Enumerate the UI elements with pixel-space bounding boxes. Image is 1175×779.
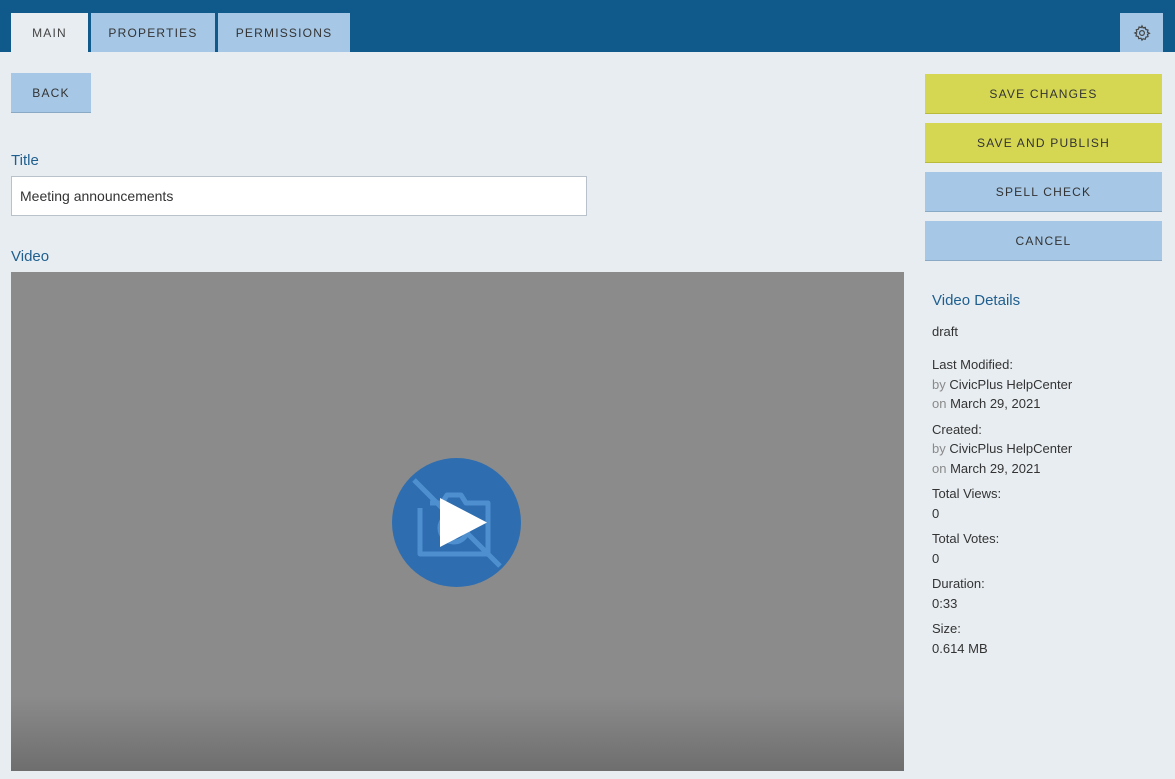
created-on: on March 29, 2021	[932, 460, 1041, 476]
size-value: 0.614 MB	[932, 640, 988, 656]
top-navigation-bar: MAIN PROPERTIES PERMISSIONS	[0, 0, 1175, 52]
video-player[interactable]	[11, 272, 904, 771]
total-views-label: Total Views:	[932, 486, 1002, 501]
total-views-value: 0	[932, 505, 940, 521]
tab-main[interactable]: MAIN	[11, 13, 88, 52]
cancel-button[interactable]: CANCEL	[925, 221, 1162, 261]
last-modified-label: Last Modified:	[932, 357, 1013, 372]
created-by-name: CivicPlus HelpCenter	[949, 441, 1073, 456]
total-votes-value: 0	[932, 550, 940, 566]
video-label: Video	[11, 248, 50, 265]
size-label: Size:	[932, 621, 961, 636]
back-button[interactable]: BACK	[11, 73, 91, 113]
total-votes-label: Total Votes:	[932, 531, 1000, 546]
tab-properties[interactable]: PROPERTIES	[91, 13, 215, 52]
last-modified-by-name: CivicPlus HelpCenter	[949, 376, 1073, 392]
tab-permissions[interactable]: PERMISSIONS	[218, 13, 350, 52]
total-votes-group: Total Votes: 0	[932, 529, 1162, 568]
spell-check-button[interactable]: SPELL CHECK	[925, 172, 1162, 212]
video-details-heading: Video Details	[932, 292, 1021, 309]
title-label: Title	[11, 152, 39, 169]
last-modified-date: March 29, 2021	[950, 396, 1041, 411]
save-changes-button[interactable]: SAVE CHANGES	[925, 74, 1162, 114]
last-modified-by: by CivicPlus HelpCenter	[932, 376, 1073, 392]
created-label: Created:	[932, 421, 982, 437]
created-by: by CivicPlus HelpCenter	[932, 441, 1073, 456]
play-button[interactable]	[392, 458, 521, 587]
created-date: March 29, 2021	[950, 460, 1041, 476]
gear-icon	[1133, 24, 1151, 41]
duration-group: Duration: 0:33	[932, 574, 1162, 613]
total-views-group: Total Views: 0	[932, 484, 1162, 523]
last-modified-on: on March 29, 2021	[932, 396, 1041, 411]
duration-label: Duration:	[932, 576, 985, 591]
size-group: Size: 0.614 MB	[932, 619, 1162, 658]
save-and-publish-button[interactable]: SAVE AND PUBLISH	[925, 123, 1162, 163]
settings-button[interactable]	[1120, 13, 1163, 52]
video-details-panel: Video Details draft Last Modified: by Ci…	[932, 292, 1162, 664]
title-input[interactable]	[11, 176, 587, 216]
status-text: draft	[932, 324, 959, 339]
last-modified-group: Last Modified: by CivicPlus HelpCenter o…	[932, 355, 1162, 414]
duration-value: 0:33	[932, 595, 958, 611]
created-group: Created: by CivicPlus HelpCenter on Marc…	[932, 420, 1162, 479]
